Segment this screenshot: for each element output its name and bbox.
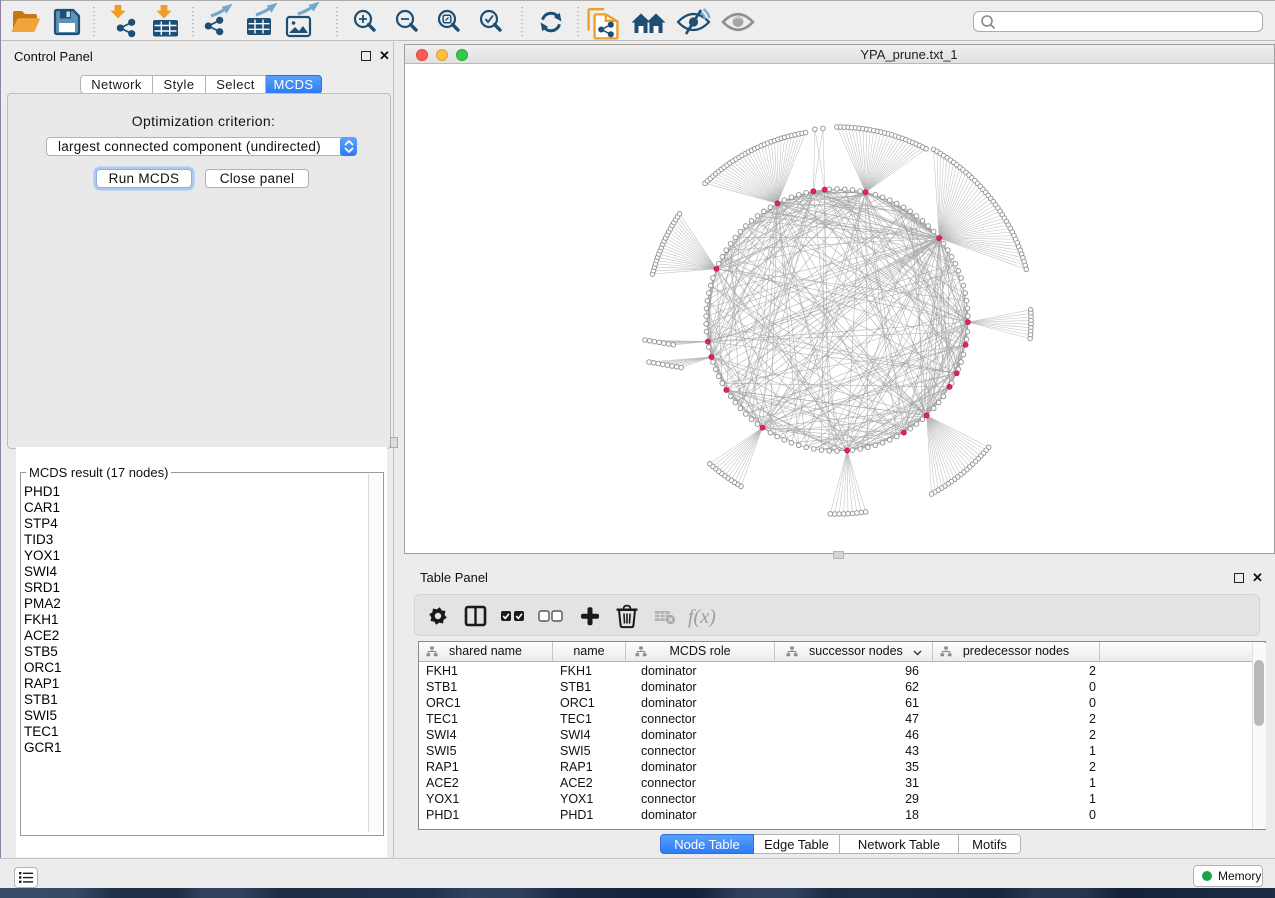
svg-text:f(x): f(x)	[688, 606, 716, 628]
